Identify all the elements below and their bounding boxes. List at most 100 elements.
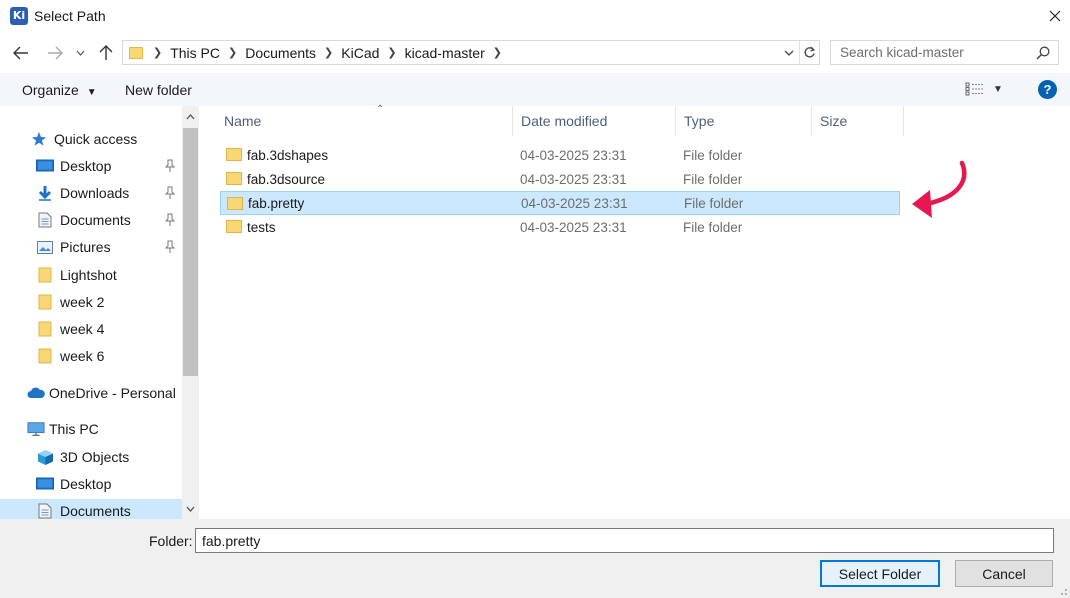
refresh-button[interactable] — [799, 41, 819, 64]
sidebar-item-pictures[interactable]: Pictures — [36, 235, 200, 259]
file-name: fab.3dsource — [247, 171, 326, 187]
scroll-thumb[interactable] — [183, 128, 198, 376]
sidebar-item-label: Desktop — [60, 476, 112, 492]
file-row-tests[interactable]: tests 04-03-2025 23:31 File folder — [220, 215, 900, 239]
pin-icon[interactable] — [164, 159, 176, 173]
close-icon — [1049, 10, 1061, 22]
new-folder-button[interactable]: New folder — [125, 82, 192, 98]
chevron-up-icon — [186, 113, 195, 119]
cube-icon — [36, 449, 54, 465]
sidebar-item-label: Quick access — [54, 131, 138, 147]
annotation-arrow-icon — [912, 160, 967, 218]
sidebar-item-downloads[interactable]: Downloads — [36, 181, 200, 205]
desktop-icon — [36, 158, 54, 174]
column-header-name[interactable]: ⌃ Name — [216, 104, 513, 136]
column-header-date-modified[interactable]: Date modified — [513, 106, 676, 136]
address-history-button[interactable] — [779, 50, 799, 56]
breadcrumb-documents[interactable]: Documents — [241, 45, 320, 61]
file-row-fab-3dshapes[interactable]: fab.3dshapes 04-03-2025 23:31 File folde… — [220, 143, 900, 167]
chevron-right-icon[interactable]: ❯ — [224, 46, 241, 59]
chevron-right-icon[interactable]: ❯ — [149, 46, 166, 59]
recent-locations-button[interactable] — [73, 42, 87, 64]
title-bar: Ki Select Path — [0, 0, 1070, 32]
pin-icon[interactable] — [164, 213, 176, 227]
file-type: File folder — [683, 219, 743, 235]
chevron-down-icon — [186, 506, 195, 512]
window-title: Select Path — [34, 8, 106, 24]
chevron-right-icon[interactable]: ❯ — [383, 46, 400, 59]
folder-icon — [36, 294, 54, 310]
file-row-fab-pretty[interactable]: fab.pretty 04-03-2025 23:31 File folder — [220, 191, 900, 215]
file-name: fab.pretty — [248, 195, 305, 211]
document-icon — [36, 212, 54, 228]
refresh-icon — [804, 46, 816, 58]
sidebar-item-3d-objects[interactable]: 3D Objects — [36, 445, 200, 469]
address-bar[interactable]: ❯ This PC ❯ Documents ❯ KiCad ❯ kicad-ma… — [122, 40, 820, 65]
pin-icon[interactable] — [164, 186, 176, 200]
view-options-button[interactable]: ▼ — [965, 82, 1003, 96]
sidebar-item-week-4[interactable]: week 4 — [36, 317, 200, 341]
back-button[interactable] — [10, 42, 32, 64]
file-type: File folder — [684, 195, 744, 211]
chevron-down-icon — [784, 50, 794, 56]
sidebar-item-this-pc[interactable]: This PC — [27, 417, 200, 441]
forward-button[interactable] — [44, 42, 66, 64]
column-header-label: Name — [224, 113, 262, 129]
sidebar-item-documents[interactable]: Documents — [36, 208, 200, 232]
sidebar-item-documents-pc[interactable]: Documents — [0, 499, 182, 519]
search-input[interactable] — [831, 41, 1021, 64]
pin-icon[interactable] — [164, 240, 176, 254]
close-button[interactable] — [1040, 0, 1070, 32]
help-button[interactable]: ? — [1038, 80, 1057, 99]
sidebar-item-desktop-pc[interactable]: Desktop — [36, 472, 200, 496]
sidebar-scrollbar[interactable] — [182, 106, 199, 519]
caret-down-icon: ▼ — [993, 83, 1003, 95]
folder-icon — [226, 172, 242, 185]
folder-icon — [129, 46, 143, 59]
file-type: File folder — [683, 147, 743, 163]
sidebar-item-quick-access[interactable]: Quick access — [30, 127, 200, 151]
breadcrumb-kicad[interactable]: KiCad — [337, 45, 383, 61]
file-name: tests — [247, 219, 276, 235]
sidebar-item-label: week 6 — [60, 348, 105, 364]
scroll-up-button[interactable] — [182, 108, 199, 125]
breadcrumb: ❯ This PC ❯ Documents ❯ KiCad ❯ kicad-ma… — [149, 45, 506, 61]
up-button[interactable] — [95, 42, 117, 64]
sidebar-item-week-2[interactable]: week 2 — [36, 290, 200, 314]
kicad-app-icon: Ki — [10, 7, 28, 25]
document-icon — [36, 503, 54, 519]
breadcrumb-kicad-master[interactable]: kicad-master — [401, 45, 489, 61]
cloud-icon — [27, 385, 45, 401]
sidebar-item-lightshot[interactable]: Lightshot — [36, 263, 200, 287]
file-type: File folder — [683, 171, 743, 187]
file-date: 04-03-2025 23:31 — [520, 219, 627, 235]
sidebar-item-week-6[interactable]: week 6 — [36, 344, 200, 368]
folder-icon — [36, 348, 54, 364]
file-row-fab-3dsource[interactable]: fab.3dsource 04-03-2025 23:31 File folde… — [220, 167, 900, 191]
sidebar-item-label: Desktop — [60, 158, 112, 174]
column-header-type[interactable]: Type — [676, 106, 812, 136]
cancel-button[interactable]: Cancel — [955, 560, 1053, 587]
organize-button[interactable]: Organize ▼ — [22, 82, 97, 98]
star-icon — [30, 131, 48, 147]
search-icon[interactable] — [1036, 46, 1050, 60]
resize-grip-icon[interactable] — [1058, 586, 1068, 596]
arrow-right-icon — [48, 46, 63, 60]
chevron-right-icon[interactable]: ❯ — [489, 46, 506, 59]
column-header-size[interactable]: Size — [812, 106, 904, 136]
folder-icon — [36, 321, 54, 337]
file-name: fab.3dshapes — [247, 147, 329, 163]
organize-label: Organize — [22, 82, 79, 98]
command-toolbar: Organize ▼ New folder ▼ — [0, 73, 1070, 106]
scroll-down-button[interactable] — [182, 500, 199, 517]
breadcrumb-this-pc[interactable]: This PC — [166, 45, 224, 61]
sidebar-item-label: This PC — [49, 421, 99, 437]
arrow-left-icon — [13, 46, 28, 60]
select-folder-button[interactable]: Select Folder — [820, 560, 940, 587]
sidebar-item-desktop[interactable]: Desktop — [36, 154, 200, 178]
folder-input[interactable] — [195, 528, 1054, 553]
sidebar-item-onedrive[interactable]: OneDrive - Personal — [27, 381, 200, 405]
desktop-icon — [36, 476, 54, 492]
file-date: 04-03-2025 23:31 — [521, 195, 628, 211]
chevron-right-icon[interactable]: ❯ — [320, 46, 337, 59]
